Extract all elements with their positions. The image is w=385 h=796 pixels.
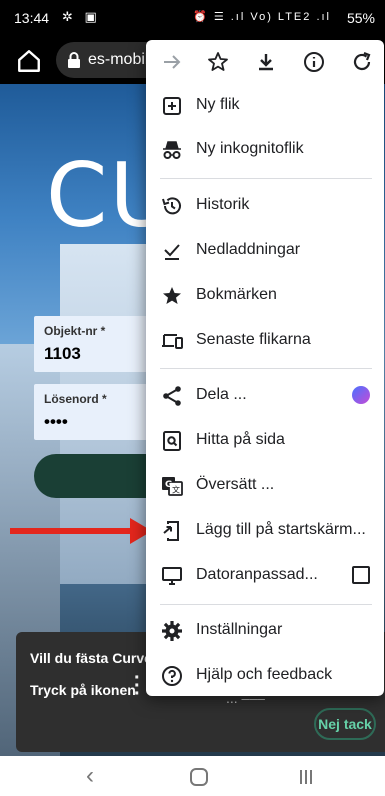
menu-item-new-tab[interactable]: Ny flik — [146, 84, 384, 128]
home-nav-icon[interactable] — [190, 768, 208, 786]
add-to-home-icon — [163, 521, 179, 541]
menu-item-add-to-home[interactable]: Lägg till på startskärm... — [146, 509, 384, 553]
menu-item-label: Inställningar — [196, 621, 283, 638]
devices-icon — [162, 334, 183, 349]
notification-icons: ✲ ▣ — [62, 9, 101, 24]
svg-text:文: 文 — [172, 485, 180, 495]
password-label: Lösenord * — [44, 392, 107, 406]
desktop-icon — [162, 567, 182, 585]
reload-icon[interactable] — [350, 50, 374, 74]
menu-item-label: Bokmärken — [196, 286, 277, 303]
download-icon[interactable] — [254, 50, 278, 74]
menu-item-label: Ny flik — [196, 96, 240, 113]
messenger-icon — [352, 386, 370, 404]
object-number-label: Objekt-nr * — [44, 324, 106, 338]
overflow-menu: Ny flik Ny inkognitoflik Historik Nedlad… — [146, 40, 384, 696]
status-bar: 13:44 ✲ ▣ ⏰ ☰ .ıl Vo) LTE2 .ıl 55% — [0, 0, 385, 36]
back-icon[interactable]: ‹ — [86, 762, 94, 790]
menu-item-label: Historik — [196, 196, 250, 213]
menu-divider — [160, 604, 372, 605]
home-icon[interactable] — [16, 48, 42, 74]
settings-icon — [162, 621, 182, 641]
menu-item-label: Hitta på sida — [196, 431, 285, 448]
forward-icon[interactable] — [160, 50, 184, 74]
recent-apps-icon[interactable] — [300, 770, 316, 786]
star-icon — [163, 287, 181, 304]
dismiss-button[interactable]: Nej tack — [314, 708, 376, 740]
menu-item-find-in-page[interactable]: Hitta på sida — [146, 419, 384, 463]
menu-divider — [160, 178, 372, 179]
help-icon — [162, 666, 182, 686]
info-icon[interactable] — [302, 50, 326, 74]
downloads-icon — [164, 244, 180, 260]
banner-title: Vill du fästa Curves — [30, 650, 160, 666]
menu-divider — [160, 368, 372, 369]
menu-top-row — [146, 40, 384, 84]
menu-item-label: Dela ... — [196, 386, 247, 403]
menu-item-bookmarks[interactable]: Bokmärken — [146, 274, 384, 318]
lock-icon — [68, 52, 80, 68]
more-vert-icon: · · · — [134, 667, 141, 705]
find-icon — [163, 431, 181, 451]
menu-item-recent-tabs[interactable]: Senaste flikarna — [146, 319, 384, 363]
menu-item-settings[interactable]: Inställningar — [146, 609, 384, 653]
annotation-arrow — [10, 528, 134, 534]
menu-item-share[interactable]: Dela ... — [146, 374, 384, 418]
menu-item-downloads[interactable]: Nedladdningar — [146, 229, 384, 273]
password-value: •••• — [44, 412, 68, 431]
system-nav-bar: ‹ — [0, 756, 385, 796]
menu-item-label: Nedladdningar — [196, 241, 301, 258]
menu-item-label: Datoranpassad... — [196, 566, 318, 583]
incognito-icon — [163, 141, 181, 159]
menu-item-desktop-site[interactable]: Datoranpassad... — [146, 554, 384, 598]
menu-item-translate[interactable]: G 文 Översätt ... — [146, 464, 384, 508]
status-time: 13:44 — [14, 10, 50, 26]
menu-item-incognito[interactable]: Ny inkognitoflik — [146, 128, 384, 172]
signal-icons: ⏰ ☰ .ıl Vo) LTE2 .ıl — [193, 11, 331, 23]
menu-item-label: Hjälp och feedback — [196, 666, 333, 683]
translate-icon: G 文 — [162, 477, 183, 496]
object-number-value: 1103 — [44, 344, 81, 363]
menu-item-help[interactable]: Hjälp och feedback — [146, 654, 384, 698]
menu-item-label: Ny inkognitoflik — [196, 140, 304, 157]
bookmark-star-icon[interactable] — [206, 50, 230, 74]
desktop-site-checkbox[interactable] — [352, 566, 370, 584]
share-icon — [163, 386, 181, 406]
menu-item-label: Senaste flikarna — [196, 331, 311, 348]
menu-item-label: Översätt ... — [196, 476, 275, 493]
history-icon — [162, 197, 181, 215]
menu-item-history[interactable]: Historik — [146, 184, 384, 228]
menu-item-label: Lägg till på startskärm... — [196, 521, 366, 538]
banner-instruction: Tryck på ikonen — [30, 682, 136, 698]
new-tab-icon — [163, 97, 181, 115]
battery-level: 55% — [346, 10, 375, 26]
